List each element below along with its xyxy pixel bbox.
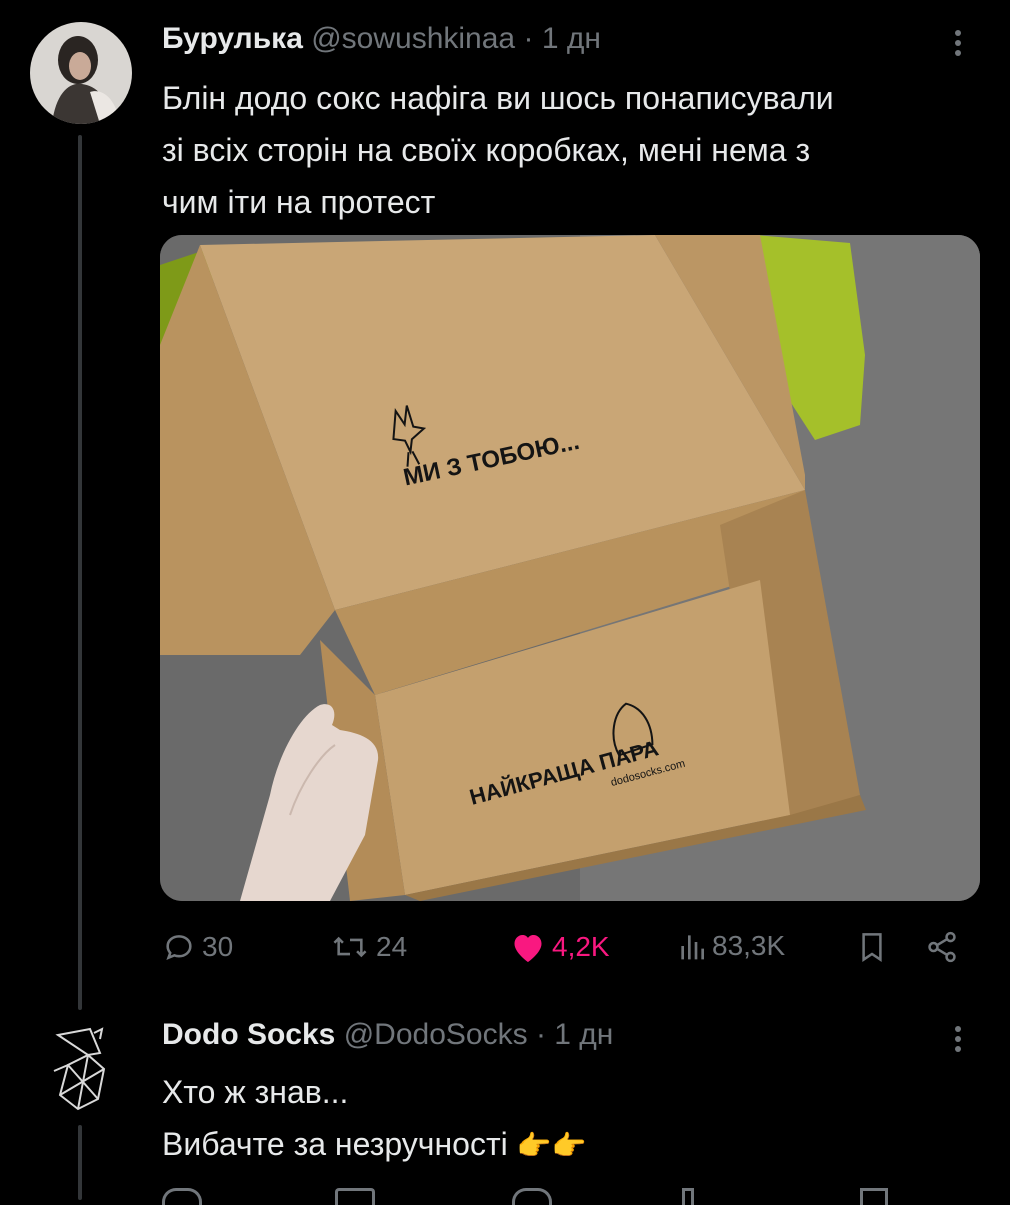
tweet-text-line: Блін додо сокс нафіга ви шось понаписува… <box>162 80 834 116</box>
share-button[interactable] <box>924 930 960 964</box>
heart-icon <box>514 935 542 962</box>
retweet-button[interactable]: 24 <box>330 930 407 964</box>
like-count: 4,2K <box>552 931 610 962</box>
separator: · <box>535 1018 546 1051</box>
tweet-text-line: зі всіх сторін на своїх коробках, мені н… <box>162 132 811 168</box>
reply-actions-partial <box>160 1188 980 1205</box>
reply-avatar[interactable] <box>38 1025 120 1113</box>
share-icon <box>928 931 956 963</box>
reply-header: Dodo Socks @DodoSocks · 1 дн <box>162 1018 613 1052</box>
bookmark-icon[interactable] <box>860 1188 888 1205</box>
heart-icon[interactable] <box>512 1188 552 1205</box>
reply-author-name[interactable]: Dodo Socks <box>162 1018 335 1051</box>
tweet-text: Блін додо сокс нафіга ви шось понаписува… <box>162 72 834 228</box>
reply-icon <box>166 935 192 961</box>
retweet-icon <box>333 936 367 958</box>
reply-icon[interactable] <box>162 1188 202 1205</box>
thread-line-top <box>78 135 82 1010</box>
reply-text: Хто ж знав... Вибачте за незручності 👉👉 <box>162 1066 586 1172</box>
like-button[interactable]: 4,2K <box>510 930 610 964</box>
avatar[interactable] <box>30 22 132 124</box>
views-count: 83,3K <box>712 930 786 961</box>
retweet-count: 24 <box>376 931 408 962</box>
tweet-photo[interactable]: МИ З ТОБОЮ... НАЙКРАЩА ПАРА dodosocks.co… <box>160 235 980 901</box>
author-name[interactable]: Бурулька <box>162 22 303 55</box>
views-icon <box>681 935 704 960</box>
tweet-text-line: чим іти на протест <box>162 184 436 220</box>
tweet-actions: 30 24 4,2K 83,3K <box>160 922 980 976</box>
reply-text-line-2: Вибачте за незручності <box>162 1126 508 1162</box>
bookmark-icon <box>862 933 882 962</box>
tweet-header: Бурулька @sowushkinaa · 1 дн <box>162 22 601 56</box>
author-handle[interactable]: @sowushkinaa <box>311 22 515 55</box>
reply-text-line: Хто ж знав... <box>162 1074 349 1110</box>
views-icon[interactable] <box>682 1188 694 1205</box>
reply-text-line: Вибачте за незручності 👉👉 <box>162 1118 586 1172</box>
more-options-icon[interactable] <box>954 26 962 60</box>
thread-line-bottom <box>78 1125 82 1200</box>
reply-timestamp[interactable]: 1 дн <box>554 1018 613 1051</box>
views-button[interactable]: 83,3K <box>678 930 785 962</box>
reply-more-options-icon[interactable] <box>954 1022 962 1056</box>
pointing-hands-emoji: 👉👉 <box>516 1129 587 1162</box>
reply-count: 30 <box>202 931 234 962</box>
reply-button[interactable]: 30 <box>162 930 233 964</box>
retweet-icon[interactable] <box>335 1188 375 1205</box>
timestamp[interactable]: 1 дн <box>542 22 601 55</box>
reply-author-handle[interactable]: @DodoSocks <box>344 1018 528 1051</box>
separator: · <box>523 22 534 55</box>
bookmark-button[interactable] <box>858 930 886 964</box>
